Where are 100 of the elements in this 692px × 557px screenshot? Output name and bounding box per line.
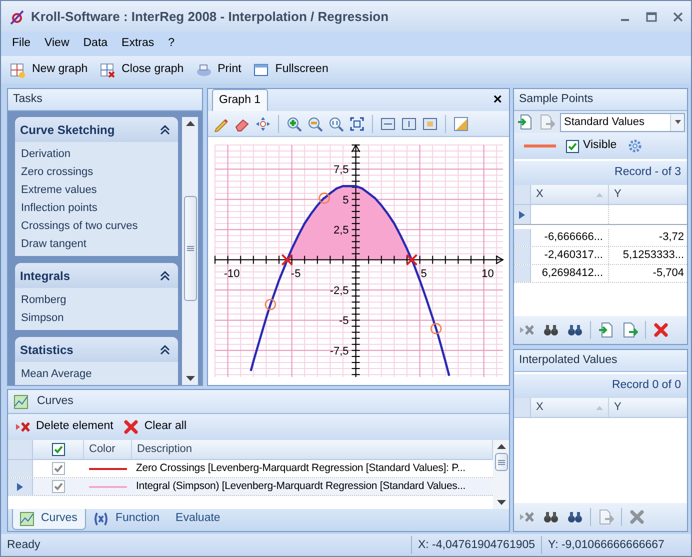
close-button[interactable]: × xyxy=(490,91,505,109)
maximize-icon[interactable] xyxy=(646,12,657,22)
row-pointer-icon xyxy=(17,482,23,490)
toolbar-button[interactable]: Delete element xyxy=(12,416,116,438)
task-link[interactable]: Derivation xyxy=(15,145,77,163)
delete-button[interactable] xyxy=(652,321,670,339)
tab[interactable]: Graph 1 xyxy=(212,89,268,111)
export-button[interactable] xyxy=(621,321,639,339)
point xyxy=(318,192,330,204)
table-cell-text: -2,460317... xyxy=(544,248,603,264)
panel-title: Sample Points xyxy=(519,92,594,107)
task-link[interactable]: Crossings of two curves xyxy=(15,217,144,235)
line-swatch xyxy=(524,144,556,148)
import-button[interactable] xyxy=(516,113,534,131)
table-cell-text: Integral (Simpson) [Levenberg-Marquardt Regression [Standard Values... xyxy=(136,478,466,494)
import-icon xyxy=(598,322,614,338)
grip-icon xyxy=(498,460,504,464)
new-graph-icon xyxy=(10,62,26,78)
panel-title: Interpolated Values xyxy=(519,352,618,368)
sort-icon xyxy=(596,192,603,196)
status-text: X: -4,04761904761905 xyxy=(411,536,542,554)
scroll-up-icon[interactable] xyxy=(496,443,506,449)
import-icon xyxy=(517,114,533,130)
zoom-reset-icon xyxy=(328,116,344,132)
checkbox[interactable] xyxy=(52,462,65,475)
scroll-thumb[interactable] xyxy=(494,453,508,471)
checkbox[interactable] xyxy=(52,480,65,493)
task-link[interactable]: Simpson xyxy=(15,309,70,327)
column-header[interactable]: Y xyxy=(614,186,622,203)
printer-icon xyxy=(196,62,212,78)
delete-icon xyxy=(653,322,669,338)
toolbar-button[interactable]: Print xyxy=(192,59,244,81)
panel-title: Curves xyxy=(37,394,74,409)
collapse-icon[interactable] xyxy=(160,344,170,356)
tick-label: 2,5 xyxy=(334,224,349,237)
tick-label: -10 xyxy=(224,268,240,280)
task-link[interactable]: Mean Average xyxy=(15,365,98,383)
task-link[interactable]: Draw tangent xyxy=(15,235,92,253)
record-counter: Record - of 3 xyxy=(614,165,681,180)
table-cell-text: Zero Crossings [Levenberg-Marquardt Regression [Standard Values]: P... xyxy=(136,460,466,476)
row-header[interactable] xyxy=(514,205,531,224)
checkbox-icon xyxy=(566,140,579,152)
collapse-icon[interactable] xyxy=(160,270,170,282)
scroll-up-icon[interactable] xyxy=(186,120,194,126)
task-link[interactable]: Extreme values xyxy=(15,181,103,199)
collapse-icon[interactable] xyxy=(160,124,170,136)
fit-icon xyxy=(349,116,365,132)
task-link[interactable]: Inflection points xyxy=(15,199,104,217)
column-header[interactable]: X xyxy=(536,186,544,203)
move-icon xyxy=(255,116,271,132)
delete-icon xyxy=(629,509,645,525)
tab[interactable]: Curves xyxy=(12,509,86,530)
column-header[interactable]: Description xyxy=(137,441,192,458)
task-link[interactable]: Zero crossings xyxy=(15,163,100,181)
delete-icon xyxy=(123,419,140,435)
tick-label: -5 xyxy=(290,268,301,280)
source-dropdown[interactable]: Standard Values xyxy=(560,112,685,132)
window-icon xyxy=(253,62,270,78)
tab[interactable]: Function xyxy=(86,509,169,530)
import-button[interactable] xyxy=(597,321,615,339)
scroll-thumb[interactable] xyxy=(184,196,196,301)
chart-icon xyxy=(13,394,29,410)
toolbar-button[interactable]: New graph xyxy=(7,59,91,81)
menu-item[interactable]: Data xyxy=(78,34,113,54)
zoom-out-button[interactable] xyxy=(306,114,324,132)
table-cell-text: -6,666666... xyxy=(544,230,603,246)
toolbar-button[interactable]: Close graph xyxy=(96,59,187,81)
zoom-reset-button[interactable] xyxy=(327,114,345,132)
group-title: Statistics xyxy=(20,342,74,358)
visible-checkbox[interactable]: Visible xyxy=(566,137,617,155)
row-pointer-icon xyxy=(519,210,525,218)
fit-button[interactable] xyxy=(348,114,366,132)
zoom-in-button[interactable] xyxy=(285,114,303,132)
menu-item[interactable]: Extras xyxy=(116,34,160,54)
close-icon[interactable] xyxy=(673,12,683,22)
task-link[interactable]: Romberg xyxy=(15,291,72,309)
toolbar-button[interactable]: Clear all xyxy=(120,416,190,438)
point xyxy=(430,323,442,334)
row-header[interactable] xyxy=(8,478,33,495)
column-header[interactable]: Y xyxy=(614,399,622,416)
settings-icon[interactable] xyxy=(626,138,643,154)
fit-width-icon xyxy=(380,116,396,132)
ruler-button[interactable] xyxy=(452,114,470,132)
menu-item[interactable]: View xyxy=(40,34,74,54)
move-button[interactable] xyxy=(254,114,272,132)
menu-item[interactable]: File xyxy=(7,34,36,54)
column-header[interactable]: Color xyxy=(89,441,116,458)
scrollbar[interactable] xyxy=(493,440,509,509)
export-icon xyxy=(598,509,614,525)
find-next-icon xyxy=(567,322,583,338)
scrollbar[interactable] xyxy=(182,117,198,385)
scroll-down-icon[interactable] xyxy=(186,376,194,382)
chart-icon xyxy=(19,510,35,527)
toolbar-button[interactable]: Fullscreen xyxy=(250,59,332,81)
column-header[interactable]: X xyxy=(536,399,544,416)
checkbox[interactable] xyxy=(52,443,64,456)
sort-icon xyxy=(596,406,603,410)
tab[interactable]: Evaluate xyxy=(168,509,230,530)
scroll-down-icon[interactable] xyxy=(496,500,506,506)
menu-item[interactable]: ? xyxy=(163,34,180,54)
